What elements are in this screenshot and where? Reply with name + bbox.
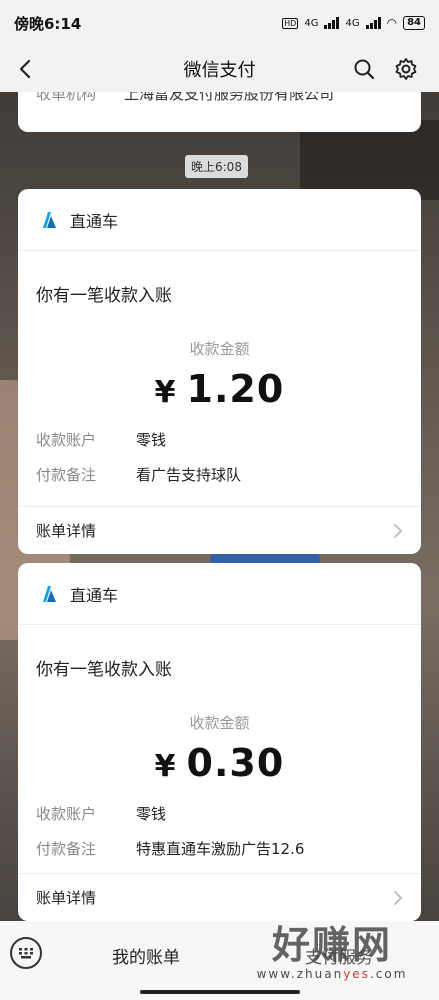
account-key: 收款账户 [36,805,97,823]
bill-detail-label: 账单详情 [36,889,97,907]
account-value: 零钱 [136,805,167,823]
amount-label: 收款金额 [189,340,250,358]
previous-message-card[interactable]: 收单机构 上海富友支付服务股份有限公司 [18,92,421,132]
chevron-left-icon [19,59,31,79]
status-bar: 傍晚6:14 HD 4G 4G ◠ 84 [0,0,439,46]
remark-value: 特惠直通车激励广告12.6 [136,840,305,858]
remark-row: 付款备注 特惠直通车激励广告12.6 [18,838,421,859]
keyboard-toggle-button[interactable] [10,937,42,969]
sender-logo-icon [36,583,58,605]
nav-bar: 微信支付 [0,46,439,92]
sender-logo-icon [36,209,58,231]
search-button[interactable] [349,54,379,84]
my-bills-menu[interactable]: 我的账单 [112,943,180,968]
card-header[interactable]: 直通车 [18,563,421,625]
payment-message-card[interactable]: 直通车 你有一笔收款入账 收款金额 ¥1.20 收款账户 零钱 付款备注 看广告… [18,189,421,554]
notice-text: 你有一笔收款入账 [36,660,172,680]
account-key: 收款账户 [36,431,97,449]
signal-icon [324,17,340,29]
chevron-right-icon [394,890,403,905]
status-time: 傍晚6:14 [14,14,82,33]
bill-detail-link[interactable]: 账单详情 [18,506,421,554]
hd-badge-icon: HD [282,17,299,29]
battery-icon: 84 [403,16,425,30]
back-button[interactable] [10,54,40,84]
home-indicator [140,990,300,994]
sender-name: 直通车 [70,211,119,231]
field-key: 收单机构 [36,92,97,103]
card-header[interactable]: 直通车 [18,189,421,251]
settings-button[interactable] [391,54,421,84]
account-row: 收款账户 零钱 [18,429,421,450]
payment-message-card[interactable]: 直通车 你有一笔收款入账 收款金额 ¥0.30 收款账户 零钱 付款备注 特惠直… [18,563,421,921]
network-label: 4G [304,17,319,29]
watermark-url: www.zhuanyes.com [256,967,408,981]
background-photo-shape [300,120,439,200]
bill-detail-label: 账单详情 [36,522,97,540]
watermark-title: 好赚网 [271,923,392,967]
account-row: 收款账户 零钱 [18,803,421,824]
currency-symbol: ¥ [154,375,177,410]
remark-key: 付款备注 [36,466,97,484]
chevron-right-icon [394,523,403,538]
status-icons: HD 4G 4G ◠ 84 [282,16,425,30]
amount-number: 0.30 [186,741,285,785]
field-value: 上海富友支付服务股份有限公司 [124,92,335,103]
account-value: 零钱 [136,431,167,449]
keyboard-icon [19,948,33,959]
signal-icon [365,17,381,29]
timestamp-chip: 晚上6:08 [185,155,248,178]
remark-key: 付款备注 [36,840,97,858]
remark-value: 看广告支持球队 [136,466,242,484]
wifi-icon: ◠ [386,16,398,30]
currency-symbol: ¥ [154,749,177,784]
page-title: 微信支付 [183,60,256,81]
amount-value: ¥0.30 [18,741,421,785]
remark-row: 付款备注 看广告支持球队 [18,464,421,485]
gear-icon [395,58,417,80]
network-label: 4G [345,17,360,29]
notice-text: 你有一笔收款入账 [36,286,172,306]
amount-label: 收款金额 [189,714,250,732]
amount-number: 1.20 [186,367,285,411]
amount-value: ¥1.20 [18,367,421,411]
watermark-logo: 好赚网 www.zhuanyes.com [232,914,432,981]
sender-name: 直通车 [70,585,119,605]
search-icon [354,59,375,80]
